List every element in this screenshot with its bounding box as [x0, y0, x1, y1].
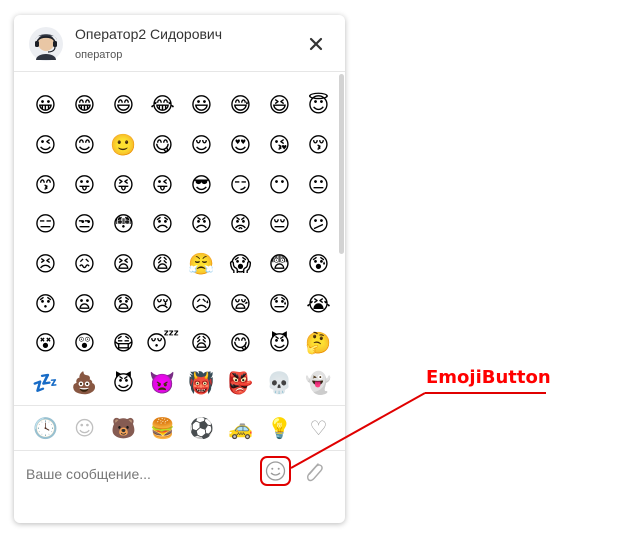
message-input[interactable] [24, 460, 258, 488]
emoji-item[interactable]: 😱 [221, 245, 260, 285]
emoji-item[interactable]: 😋 [221, 324, 260, 364]
emoji-item[interactable]: 😂 [143, 86, 182, 126]
emoji-item[interactable]: 😥 [182, 284, 221, 324]
emoji-item[interactable]: 😓 [260, 284, 299, 324]
operator-role: оператор [75, 49, 123, 61]
emoji-item[interactable]: 👹 [182, 364, 221, 404]
emoji-item[interactable]: 😳 [104, 205, 143, 245]
ball-icon[interactable]: ⚽ [182, 406, 221, 450]
emoji-item[interactable]: 😘 [260, 126, 299, 166]
emoji-item[interactable]: 😖 [65, 245, 104, 285]
emoji-item[interactable]: 😌 [182, 126, 221, 166]
emoji-item[interactable]: 😣 [26, 245, 65, 285]
emoji-item[interactable]: 😛 [65, 165, 104, 205]
emoji-item[interactable]: 😷 [104, 324, 143, 364]
emoji-item[interactable]: 😁 [65, 86, 104, 126]
emoji-item[interactable]: 😦 [65, 284, 104, 324]
emoji-item[interactable]: 😴 [143, 324, 182, 364]
emoji-item[interactable]: 💤 [26, 364, 65, 404]
emoji-item[interactable]: 😅 [221, 86, 260, 126]
operator-avatar-icon [29, 27, 63, 61]
emoji-item[interactable]: 😩 [182, 324, 221, 364]
emoji-item[interactable]: 😆 [260, 86, 299, 126]
emoji-panel: 😀 😁 😄 😂 😃 😅 😆 😇 😉 😊 🙂 😋 😌 😍 😘 😚 😙 😛 😝 😜 😎 😏 😶 😐 😑 😒 😳 😞 😠 😡 😔 😕 😣 😖 😫 😩 😤 😱 😨 😰… [14, 72, 345, 405]
emoji-item[interactable]: 😐 [299, 165, 338, 205]
category-tabs: 🕓 ☺ 🐻 🍔 ⚽ 🚕 💡 ♡ [26, 406, 338, 450]
emoji-grid: 😀 😁 😄 😂 😃 😅 😆 😇 😉 😊 🙂 😋 😌 😍 😘 😚 😙 😛 😝 😜 😎 😏 😶 😐 😑 😒 😳 😞 😠 😡 😔 😕 😣 😖 😫 😩 😤 😱 😨 😰… [26, 86, 338, 404]
clock-icon[interactable]: 🕓 [26, 406, 65, 450]
emoji-item[interactable]: 😒 [65, 205, 104, 245]
emoji-item[interactable]: 😰 [299, 245, 338, 285]
emoji-item[interactable]: 😭 [299, 284, 338, 324]
emoji-item[interactable]: 😤 [182, 245, 221, 285]
emoji-item[interactable]: 😨 [260, 245, 299, 285]
emoji-item[interactable]: 😍 [221, 126, 260, 166]
emoji-item[interactable]: 😩 [143, 245, 182, 285]
emoji-item[interactable]: 😲 [65, 324, 104, 364]
smiley-icon [265, 461, 286, 481]
emoji-item[interactable]: 😕 [299, 205, 338, 245]
emoji-item[interactable]: 👺 [221, 364, 260, 404]
emoji-item[interactable]: 😪 [221, 284, 260, 324]
emoji-item[interactable]: 🙂 [104, 126, 143, 166]
emoji-item[interactable]: 💀 [260, 364, 299, 404]
emoji-item[interactable]: 👿 [143, 364, 182, 404]
emoji-item[interactable]: 😫 [104, 245, 143, 285]
emoji-item[interactable]: 😏 [221, 165, 260, 205]
heart-icon[interactable]: ♡ [299, 406, 338, 450]
message-input-area [14, 450, 345, 523]
emoji-item[interactable]: 😠 [182, 205, 221, 245]
emoji-item[interactable]: 🤔 [299, 324, 338, 364]
chat-header: Оператор2 Сидорович оператор [14, 15, 345, 72]
emoji-category-bar: 🕓 ☺ 🐻 🍔 ⚽ 🚕 💡 ♡ [14, 405, 345, 451]
emoji-item[interactable]: 😞 [143, 205, 182, 245]
paperclip-icon[interactable] [302, 458, 326, 486]
emoji-item[interactable]: 😎 [182, 165, 221, 205]
food-icon[interactable]: 🍔 [143, 406, 182, 450]
bear-icon[interactable]: 🐻 [104, 406, 143, 450]
smiley-icon[interactable]: ☺ [65, 406, 104, 450]
emoji-item[interactable]: 😈 [260, 324, 299, 364]
close-icon[interactable] [306, 34, 326, 54]
emoji-item[interactable]: 😊 [65, 126, 104, 166]
scroll-thumb[interactable] [339, 74, 344, 254]
emoji-item[interactable]: 😜 [143, 165, 182, 205]
annotation-label: EmojiButton [426, 367, 551, 388]
emoji-item[interactable]: 😑 [26, 205, 65, 245]
emoji-item[interactable]: 😄 [104, 86, 143, 126]
emoji-item[interactable]: 😀 [26, 86, 65, 126]
emoji-item[interactable]: 😉 [26, 126, 65, 166]
emoji-item[interactable]: 💩 [65, 364, 104, 404]
lightbulb-icon[interactable]: 💡 [260, 406, 299, 450]
operator-name: Оператор2 Сидорович [75, 26, 223, 42]
emoji-item[interactable]: 😧 [104, 284, 143, 324]
emoji-item[interactable]: 😙 [26, 165, 65, 205]
emoji-item[interactable]: 😵 [26, 324, 65, 364]
car-icon[interactable]: 🚕 [221, 406, 260, 450]
emoji-item[interactable]: 😃 [182, 86, 221, 126]
emoji-scrollbar[interactable] [339, 72, 345, 405]
emoji-item[interactable]: 😇 [299, 86, 338, 126]
emoji-item[interactable]: 😢 [143, 284, 182, 324]
emoji-item[interactable]: 😯 [26, 284, 65, 324]
emoji-item[interactable]: 😈 [104, 364, 143, 404]
emoji-item[interactable]: 😋 [143, 126, 182, 166]
emoji-item[interactable]: 😡 [221, 205, 260, 245]
emoji-item[interactable]: 👻 [299, 364, 338, 404]
emoji-button[interactable] [260, 456, 291, 486]
emoji-item[interactable]: 😝 [104, 165, 143, 205]
emoji-item[interactable]: 😶 [260, 165, 299, 205]
emoji-item[interactable]: 😔 [260, 205, 299, 245]
chat-widget: Оператор2 Сидорович оператор 😀 😁 😄 😂 😃 😅 😆 😇 😉 😊 🙂… [14, 15, 345, 523]
emoji-item[interactable]: 😚 [299, 126, 338, 166]
